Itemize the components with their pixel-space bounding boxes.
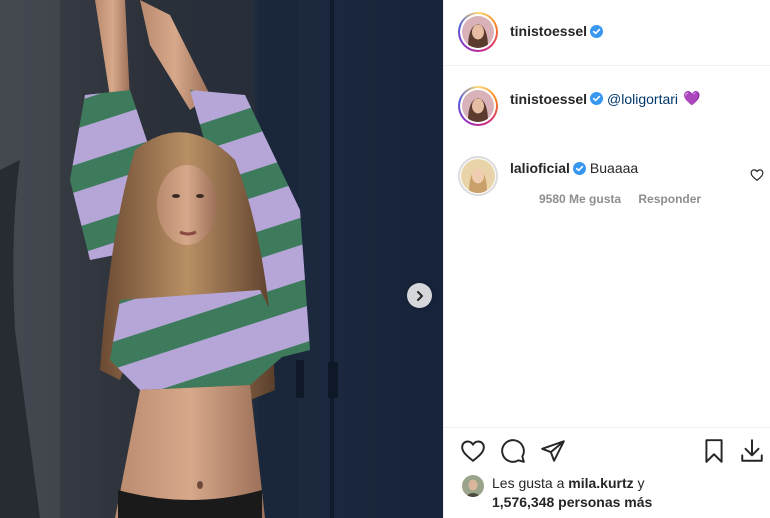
post-actions: Les gusta a mila.kurtz y 1,576,348 perso…	[444, 427, 770, 518]
heart-icon[interactable]	[460, 438, 486, 464]
comment-row: lalioficial Buaaaa	[510, 160, 638, 176]
caption-mention[interactable]: @loligortari	[607, 91, 678, 107]
author-name-row: tinistoessel	[510, 23, 604, 39]
likes-count[interactable]: 1,576,348 personas más	[492, 494, 652, 510]
next-photo-button[interactable]	[407, 283, 432, 308]
liker-username[interactable]: mila.kurtz	[568, 475, 633, 491]
post-header: tinistoessel	[444, 0, 770, 66]
profile-photo-icon	[462, 475, 484, 497]
author-avatar[interactable]	[458, 12, 498, 52]
profile-photo-icon	[462, 90, 494, 122]
comment-likes-count[interactable]: 9580 Me gusta	[539, 192, 621, 206]
author-username[interactable]: tinistoessel	[510, 23, 587, 39]
comment-avatar[interactable]	[458, 156, 498, 196]
liker-avatar[interactable]	[462, 475, 484, 497]
comment-bubble-icon[interactable]	[500, 438, 526, 464]
comment-meta: 9580 Me gusta Responder	[539, 192, 715, 206]
post-details-panel: tinistoessel tinistoessel @loligortari 💜…	[443, 0, 770, 518]
likes-prefix: Les gusta a	[492, 475, 565, 491]
paper-plane-icon[interactable]	[540, 438, 566, 464]
caption-username[interactable]: tinistoessel	[510, 91, 587, 107]
chevron-right-icon	[416, 290, 423, 301]
verified-badge-icon	[590, 92, 604, 105]
profile-photo-icon	[461, 159, 495, 193]
comment-reply-button[interactable]: Responder	[638, 192, 701, 206]
post-image	[0, 0, 443, 518]
likes-joiner: y	[637, 475, 645, 491]
download-icon[interactable]	[739, 438, 765, 464]
comment-text: Buaaaa	[589, 160, 639, 176]
instagram-post: tinistoessel tinistoessel @loligortari 💜…	[0, 0, 770, 518]
profile-photo-icon	[462, 16, 494, 48]
purple-heart-emoji: 💜	[683, 90, 701, 106]
caption-row: tinistoessel @loligortari 💜	[510, 90, 700, 107]
bookmark-icon[interactable]	[701, 438, 727, 464]
likes-text: Les gusta a mila.kurtz y 1,576,348 perso…	[492, 474, 652, 512]
verified-badge-icon	[572, 161, 586, 175]
comment-like-heart-icon[interactable]	[750, 168, 764, 182]
caption-avatar[interactable]	[458, 86, 498, 126]
post-photo[interactable]	[0, 0, 443, 518]
comment-username[interactable]: lalioficial	[510, 160, 570, 176]
likes-summary: Les gusta a mila.kurtz y 1,576,348 perso…	[462, 474, 652, 512]
verified-badge-icon	[590, 24, 604, 38]
